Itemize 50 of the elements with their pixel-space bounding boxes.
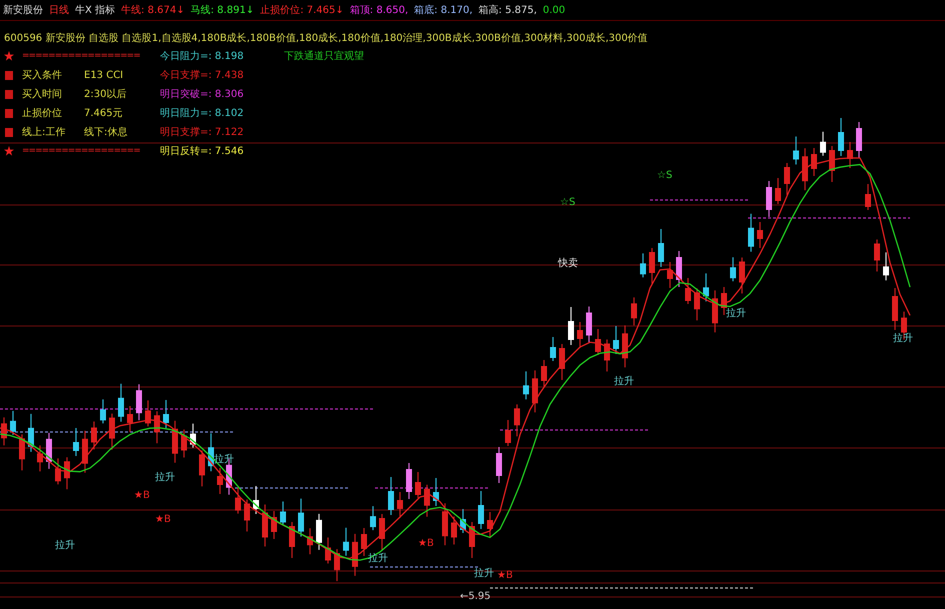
signal-label: ←5.95 <box>460 591 491 602</box>
signal-label: ☆S <box>560 197 576 208</box>
star-icon <box>4 51 14 61</box>
indicator-name: 牛X 指标 <box>75 4 116 17</box>
signal-label: 拉升 <box>726 306 746 320</box>
signal-label: 拉升 <box>155 470 175 484</box>
price-level: 今日支撑=: 7.438 <box>160 68 245 82</box>
info-label: 止损价位 <box>22 106 63 120</box>
indicator-value: 箱底: 8.170, <box>414 4 473 17</box>
indicator-value: 0.00 <box>542 4 566 16</box>
signal-label: 快卖 <box>558 256 578 270</box>
indicator-value: 箱顶: 8.650, <box>350 4 408 17</box>
signal-label: 拉升 <box>214 452 234 466</box>
price-level: 今日阻力=: 8.198 <box>160 50 245 63</box>
star-icon <box>4 146 14 156</box>
period-label: 日线 <box>49 4 69 17</box>
signal-label: ★B <box>497 570 513 581</box>
info-value: E13 CCI <box>84 70 124 80</box>
info-label: 买入条件 <box>22 68 63 82</box>
signal-label: 拉升 <box>474 566 494 580</box>
signal-label: 拉升 <box>55 538 75 552</box>
marker-icon <box>4 70 14 80</box>
info-label: 线上:工作 <box>22 126 66 139</box>
signal-label: 拉升 <box>368 552 388 565</box>
signal-label: 拉升 <box>614 374 634 388</box>
indicator-value: 马线: 8.891↓ <box>190 4 254 17</box>
divider-text: ================== <box>22 146 141 156</box>
divider-text: ================== <box>22 51 141 61</box>
marker-icon <box>4 108 14 118</box>
marker-icon <box>4 126 14 138</box>
signal-label: ★B <box>418 538 434 549</box>
signal-label: ☆S <box>657 170 672 181</box>
trend-note: 下跌通道只宜观望 <box>283 50 365 63</box>
info-value: 2:30以后 <box>84 88 128 101</box>
info-value: 线下:休息 <box>84 126 128 139</box>
price-level: 明日阻力=: 8.102 <box>160 106 245 120</box>
indicator-value: 箱高: 5.875, <box>478 4 537 17</box>
info-label: 买入时间 <box>22 88 63 101</box>
price-level: 明日支撑=: 7.122 <box>160 126 245 139</box>
indicator-value: 牛线: 8.674↓ <box>121 4 185 17</box>
signal-label: ★B <box>155 514 171 525</box>
price-level: 明日反转=: 7.546 <box>160 145 245 158</box>
info-value: 7.465元 <box>84 107 124 120</box>
signal-label: ★B <box>134 490 150 501</box>
price-level: 明日突破=: 8.306 <box>160 88 245 101</box>
sector-list: 600596 新安股份 自选股 自选股1,自选股4,180B成长,180B价值,180成长,180价值,180治理,300B成长,300B价值,300材料,300成长,300价值 <box>0 21 945 45</box>
indicator-value: 止损价位: 7.465↓ <box>260 4 344 17</box>
signal-label: 拉升 <box>893 332 913 345</box>
marker-icon <box>4 88 14 100</box>
stock-name: 新安股份 <box>3 4 43 17</box>
